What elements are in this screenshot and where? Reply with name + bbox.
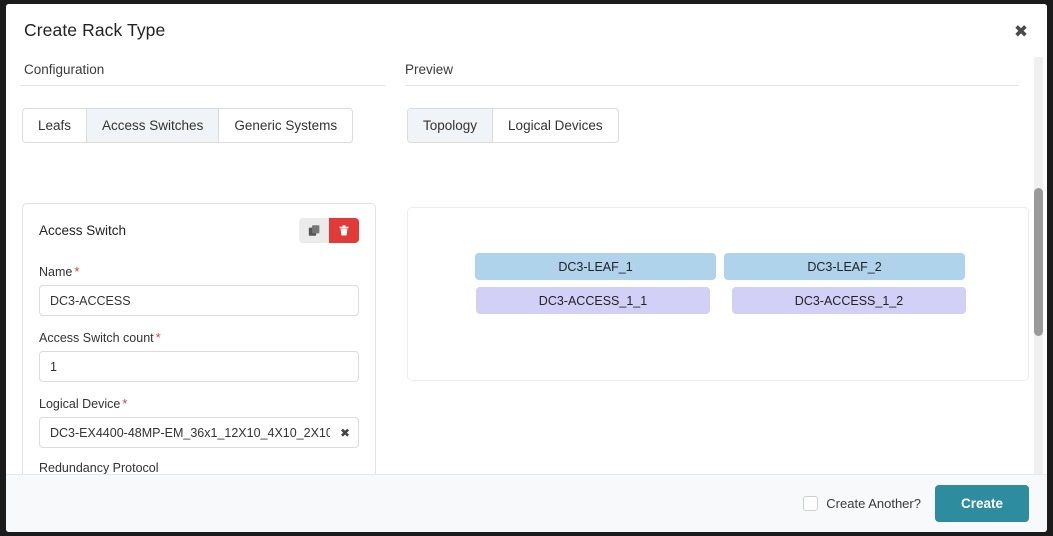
required-asterisk-icon: *	[156, 331, 161, 344]
required-asterisk-icon: *	[74, 265, 79, 278]
create-button[interactable]: Create	[935, 485, 1029, 522]
configuration-panel: Configuration Leafs Access Switches Gene…	[6, 57, 397, 474]
trash-icon[interactable]	[329, 218, 359, 243]
access-node-row: DC3-ACCESS_1_1 DC3-ACCESS_1_2	[476, 287, 966, 314]
logical-device-field-label: Logical Device *	[39, 397, 359, 411]
preview-tabs: Topology Logical Devices	[407, 108, 619, 143]
configuration-section-label: Configuration	[10, 62, 397, 85]
configuration-scroll-area: Access Switch	[6, 203, 385, 474]
create-another-label: Create Another?	[826, 496, 921, 511]
create-another-checkbox-box	[803, 496, 818, 511]
topology-node-leaf-2[interactable]: DC3-LEAF_2	[724, 253, 965, 280]
name-field-label: Name *	[39, 265, 359, 279]
tab-generic-systems[interactable]: Generic Systems	[219, 109, 352, 142]
topology-node-access-2[interactable]: DC3-ACCESS_1_2	[732, 287, 966, 314]
preview-panel: Preview Topology Logical Devices DC3-LEA…	[397, 57, 1047, 474]
name-input[interactable]	[39, 285, 359, 316]
topology-node-grid: DC3-LEAF_1 DC3-LEAF_2 DC3-ACCESS_1_1 DC3…	[475, 253, 966, 321]
clear-x-icon[interactable]: ✖	[340, 427, 350, 439]
create-rack-type-modal: Create Rack Type ✖ Configuration Leafs A…	[6, 4, 1047, 532]
tab-leafs[interactable]: Leafs	[23, 109, 87, 142]
modal-footer: Create Another? Create	[6, 474, 1047, 532]
redundancy-protocol-label: Redundancy Protocol	[39, 461, 359, 474]
tab-access-switches[interactable]: Access Switches	[87, 109, 219, 142]
access-switch-count-field-label: Access Switch count *	[39, 331, 359, 345]
name-label-text: Name	[39, 265, 72, 279]
page-title: Create Rack Type	[24, 20, 165, 41]
access-switch-card-title: Access Switch	[39, 223, 126, 238]
configuration-divider	[20, 85, 385, 86]
close-icon[interactable]: ✖	[1009, 20, 1033, 44]
card-action-buttons	[299, 218, 359, 243]
preview-divider	[405, 85, 1019, 86]
access-switch-count-input[interactable]	[39, 351, 359, 382]
logical-device-select-wrapper: ✖	[39, 417, 359, 448]
copy-icon[interactable]	[299, 218, 329, 243]
access-switch-card: Access Switch	[22, 203, 376, 474]
modal-scrollbar-thumb[interactable]	[1034, 188, 1043, 336]
preview-section-label: Preview	[391, 62, 1047, 85]
configuration-tabs: Leafs Access Switches Generic Systems	[22, 108, 353, 143]
logical-device-select[interactable]	[39, 417, 359, 448]
access-switch-card-header: Access Switch	[39, 218, 359, 243]
required-asterisk-icon: *	[122, 397, 127, 410]
topology-canvas: DC3-LEAF_1 DC3-LEAF_2 DC3-ACCESS_1_1 DC3…	[407, 207, 1029, 381]
create-another-checkbox[interactable]: Create Another?	[803, 496, 921, 511]
tab-topology[interactable]: Topology	[408, 109, 493, 142]
topology-node-access-1[interactable]: DC3-ACCESS_1_1	[476, 287, 710, 314]
access-switch-count-label-text: Access Switch count	[39, 331, 154, 345]
tab-logical-devices[interactable]: Logical Devices	[493, 109, 618, 142]
leaf-node-row: DC3-LEAF_1 DC3-LEAF_2	[475, 253, 966, 280]
modal-body: Configuration Leafs Access Switches Gene…	[6, 57, 1047, 474]
logical-device-label-text: Logical Device	[39, 397, 120, 411]
topology-node-leaf-1[interactable]: DC3-LEAF_1	[475, 253, 716, 280]
modal-header: Create Rack Type ✖	[6, 4, 1047, 57]
